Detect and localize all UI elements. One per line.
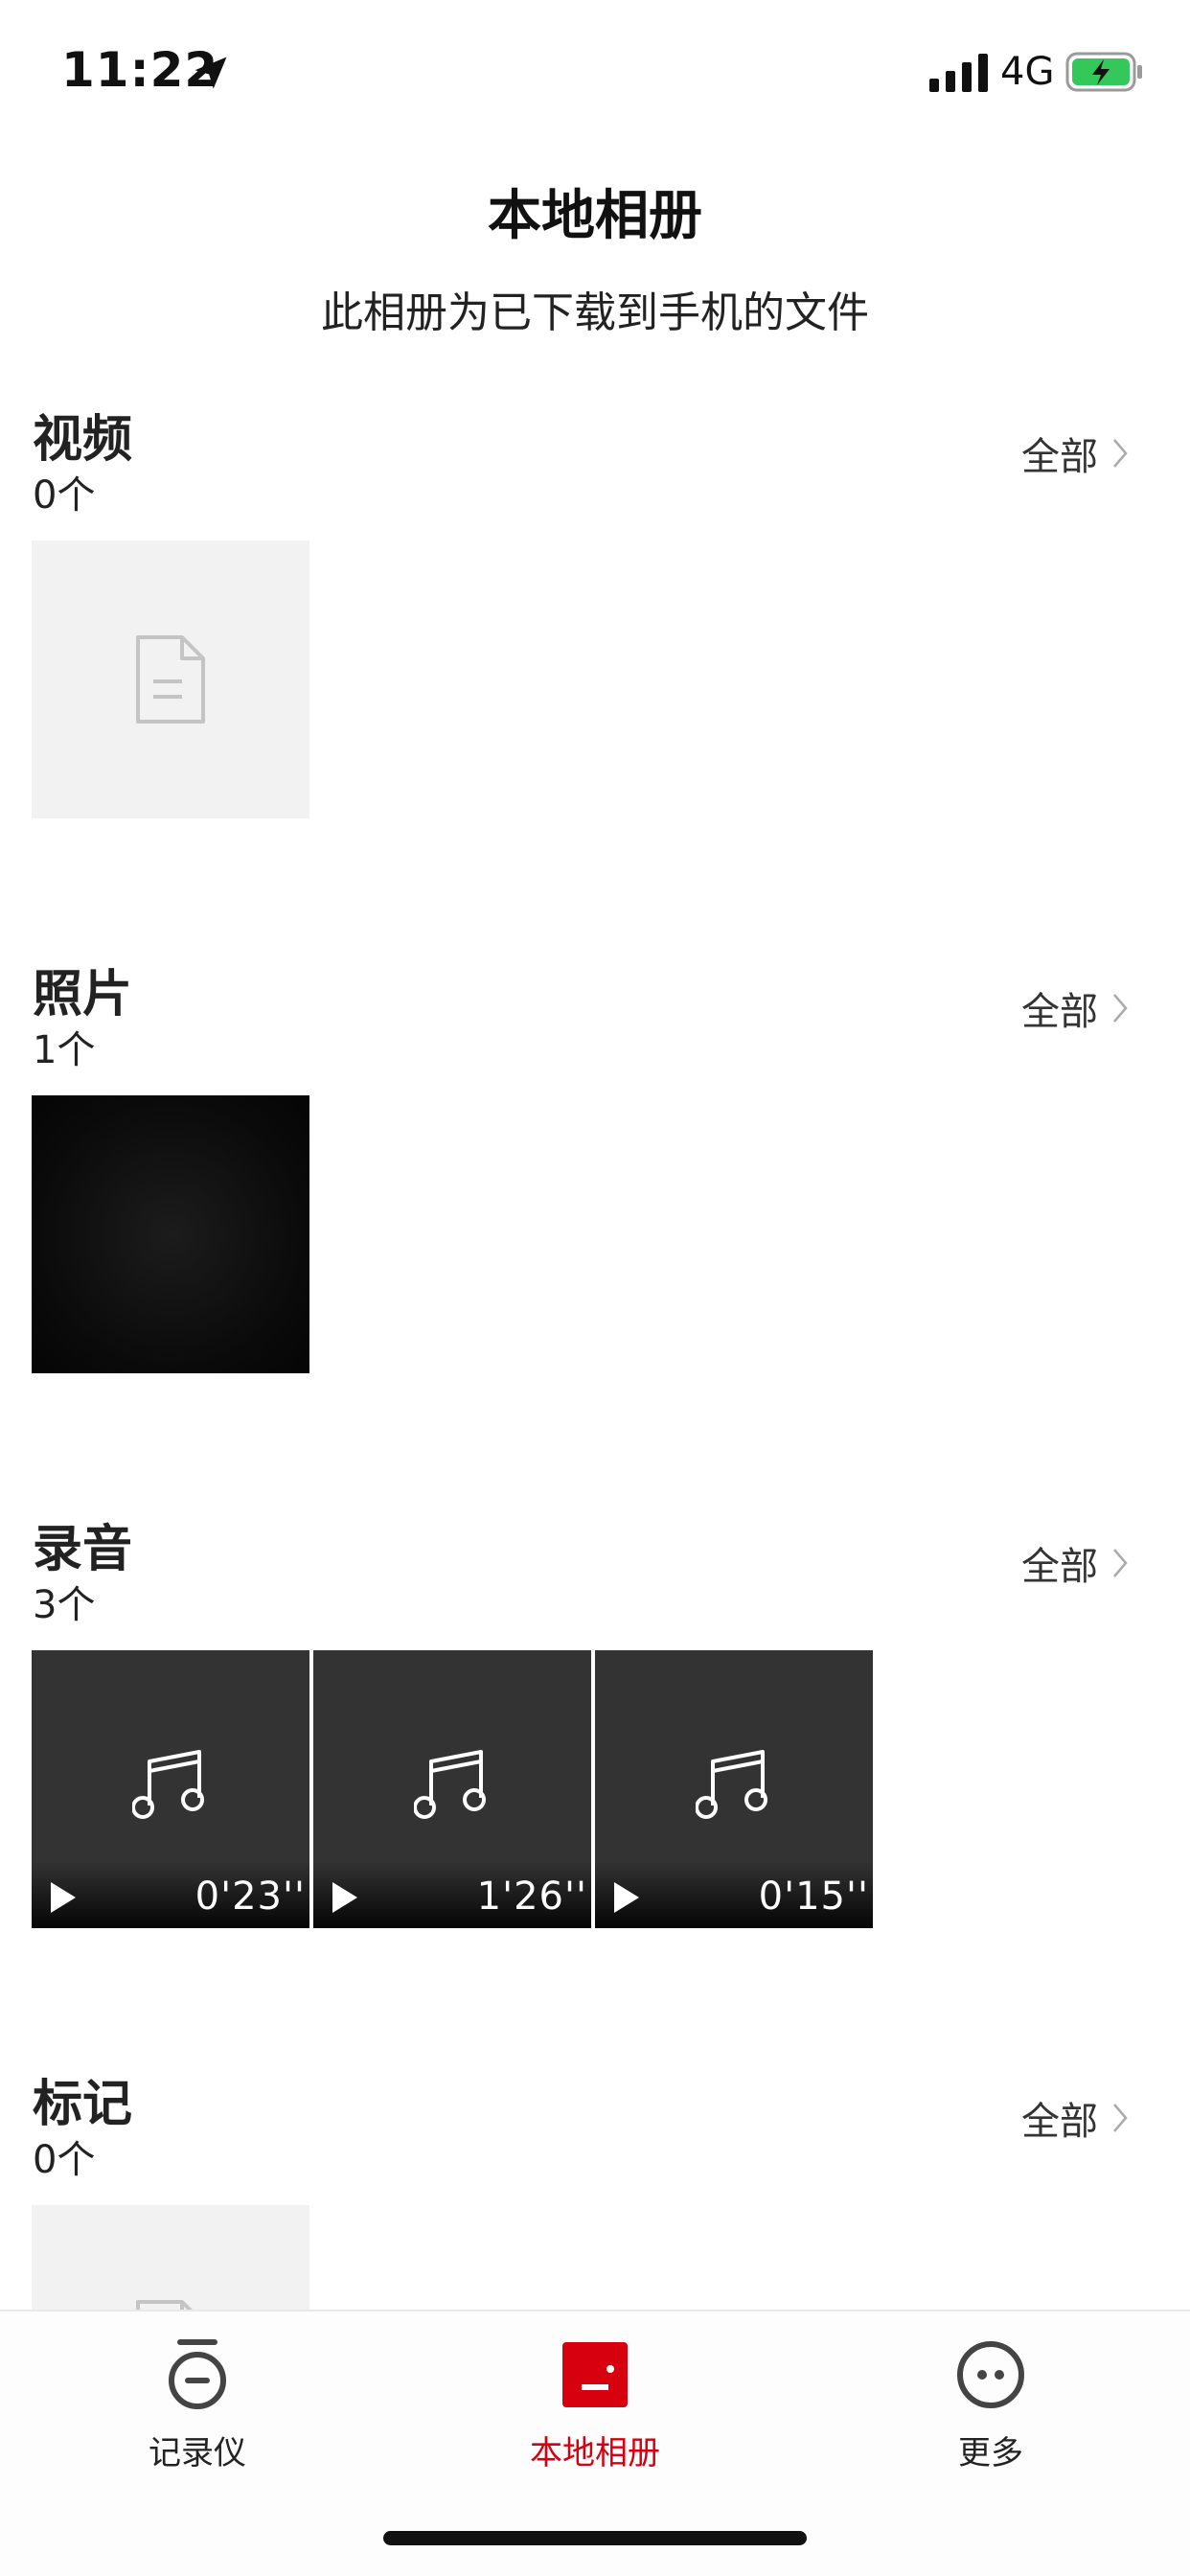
see-all-label: 全部 — [1021, 990, 1098, 1034]
section-count: 0个 — [33, 2138, 96, 2182]
section-title: 录音 — [33, 1521, 133, 1578]
network-label: 4G — [1000, 50, 1055, 94]
section-count: 0个 — [33, 473, 96, 518]
see-all-label: 全部 — [1021, 435, 1098, 479]
location-arrow-icon — [195, 57, 227, 89]
play-icon[interactable] — [49, 1880, 78, 1915]
album-icon — [562, 2342, 628, 2407]
home-indicator[interactable] — [383, 2531, 807, 2545]
tab-more[interactable]: 更多 — [876, 2336, 1106, 2473]
signal-icon — [929, 54, 988, 92]
tab-label: 本地相册 — [530, 2434, 660, 2472]
audio-see-all-button[interactable]: 全部 — [1021, 1535, 1129, 1591]
audio-duration: 0'23'' — [195, 1874, 306, 1919]
empty-placeholder — [32, 540, 309, 818]
see-all-label: 全部 — [1021, 2100, 1098, 2144]
status-bar: 11:22 4G — [0, 0, 1190, 144]
audio-thumbnail[interactable]: 0'15'' — [595, 1650, 873, 1928]
audio-duration: 1'26'' — [476, 1874, 587, 1919]
tab-label: 记录仪 — [149, 2434, 246, 2472]
section-count: 3个 — [33, 1583, 96, 1627]
document-icon — [136, 635, 205, 724]
chevron-right-icon — [1113, 1549, 1128, 1577]
section-title: 标记 — [33, 2076, 133, 2133]
chevron-right-icon — [1113, 2104, 1128, 2132]
music-note-icon — [696, 1750, 767, 1819]
tab-recorder[interactable]: 记录仪 — [82, 2336, 312, 2473]
video-see-all-button[interactable]: 全部 — [1021, 426, 1129, 481]
section-title: 照片 — [33, 966, 133, 1024]
marks-see-all-button[interactable]: 全部 — [1021, 2090, 1129, 2146]
audio-thumbnails: 0'23'' 1'26'' 0'15'' — [32, 1650, 873, 1928]
page-subtitle: 此相册为已下载到手机的文件 — [321, 288, 869, 337]
tab-label: 更多 — [958, 2434, 1023, 2472]
battery-charging-icon — [1065, 52, 1142, 92]
photo-thumbnail[interactable] — [32, 1095, 309, 1373]
page-title: 本地相册 — [488, 185, 702, 247]
chevron-right-icon — [1113, 994, 1128, 1023]
section-count: 1个 — [33, 1028, 96, 1072]
play-icon[interactable] — [612, 1880, 641, 1915]
audio-duration: 0'15'' — [758, 1874, 869, 1919]
audio-thumbnail[interactable]: 1'26'' — [313, 1650, 591, 1928]
video-thumbnails — [32, 540, 309, 818]
chevron-right-icon — [1113, 439, 1128, 468]
music-note-icon — [132, 1750, 204, 1819]
photo-see-all-button[interactable]: 全部 — [1021, 980, 1129, 1036]
tab-local-album[interactable]: 本地相册 — [480, 2336, 710, 2473]
recorder-icon — [169, 2339, 226, 2409]
section-title: 视频 — [33, 411, 133, 469]
music-note-icon — [414, 1750, 486, 1819]
audio-thumbnail[interactable]: 0'23'' — [32, 1650, 309, 1928]
more-icon — [957, 2341, 1024, 2408]
play-icon[interactable] — [331, 1880, 359, 1915]
photo-thumbnails — [32, 1095, 309, 1373]
see-all-label: 全部 — [1021, 1545, 1098, 1589]
